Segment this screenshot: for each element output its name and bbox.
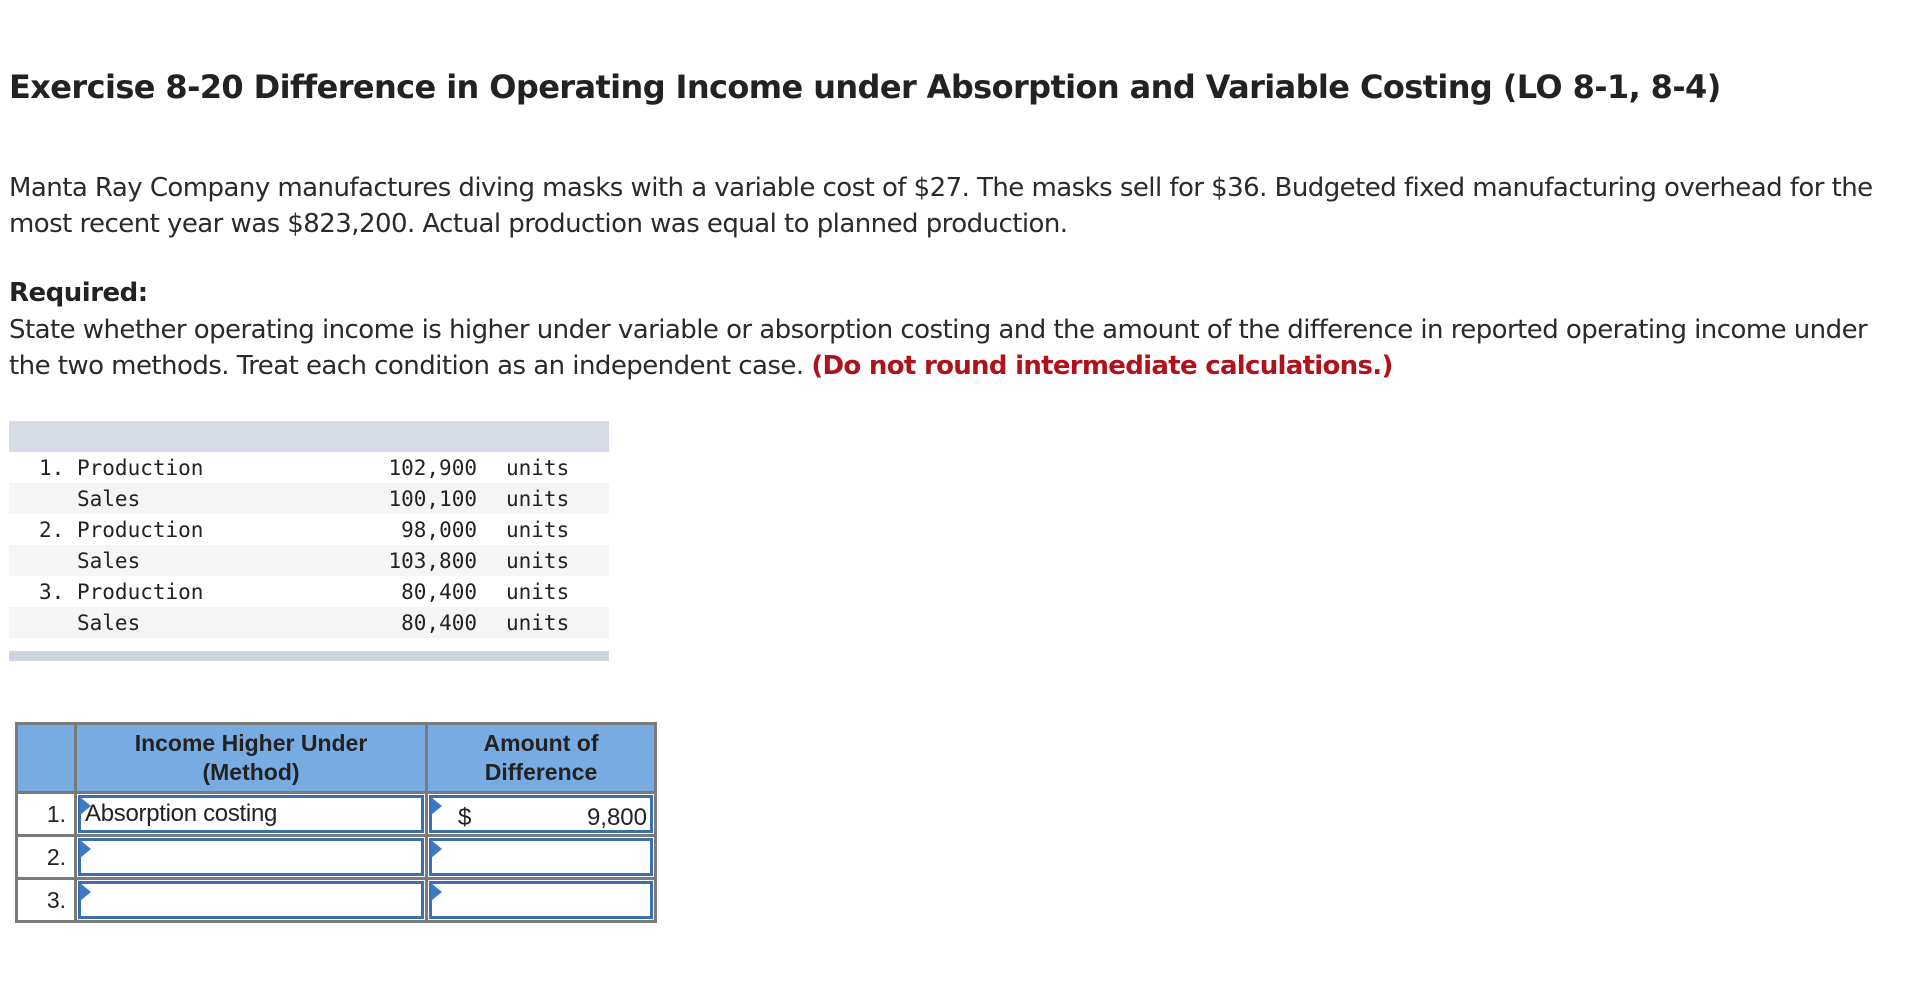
header-blank	[15, 722, 77, 794]
method-cell	[74, 877, 428, 923]
input-marker-icon	[431, 840, 442, 858]
header-amount: Amount of Difference	[425, 722, 657, 794]
row-value: 80,400	[401, 580, 477, 604]
given-table-header-band	[9, 421, 609, 452]
row-value: 103,800	[388, 549, 477, 573]
row-value: 102,900	[388, 456, 477, 480]
amount-input[interactable]	[429, 838, 653, 876]
header-amount-line1: Amount of	[483, 730, 599, 756]
amount-input[interactable]: $ 9,800	[429, 795, 653, 833]
row-unit: units	[506, 611, 570, 635]
problem-intro: Manta Ray Company manufactures diving ma…	[9, 173, 1873, 239]
row-label: Sales	[77, 549, 141, 573]
amount-cell	[425, 877, 657, 923]
given-row: 1. Production 102,900 units	[9, 452, 609, 483]
given-table-footer-band	[9, 651, 609, 661]
row-unit: units	[506, 518, 570, 542]
header-method-line2: (Method)	[202, 759, 300, 785]
method-cell	[74, 834, 428, 880]
currency-symbol: $	[458, 804, 472, 831]
required-instructions: State whether operating income is higher…	[9, 313, 1909, 384]
answer-header-row: Income Higher Under (Method) Amount of D…	[15, 722, 657, 794]
header-amount-line2: Difference	[484, 759, 598, 785]
row-number: 3.	[15, 877, 77, 923]
page-title: Exercise 8-20 Difference in Operating In…	[9, 68, 1721, 106]
case-number: 2.	[39, 518, 65, 542]
row-number: 1.	[15, 791, 77, 837]
row-number: 2.	[15, 834, 77, 880]
row-unit: units	[506, 487, 570, 511]
given-row: Sales 100,100 units	[9, 483, 609, 514]
row-value: 98,000	[401, 518, 477, 542]
method-select[interactable]	[78, 838, 424, 876]
dropdown-marker-icon	[80, 883, 91, 901]
row-label: Production	[77, 518, 204, 542]
method-select[interactable]	[78, 881, 424, 919]
method-select[interactable]: Absorption costing	[78, 795, 424, 833]
row-label: Sales	[77, 611, 141, 635]
row-value: 100,100	[388, 487, 477, 511]
method-cell: Absorption costing	[74, 791, 428, 837]
header-method: Income Higher Under (Method)	[74, 722, 428, 794]
input-marker-icon	[431, 883, 442, 901]
amount-value: 9,800	[586, 804, 647, 831]
given-row: Sales 103,800 units	[9, 545, 609, 576]
row-label: Production	[77, 580, 204, 604]
answer-row: 1. Absorption costing $ 9,800	[15, 791, 657, 837]
amount-input[interactable]	[429, 881, 653, 919]
answer-table: Income Higher Under (Method) Amount of D…	[15, 722, 657, 923]
row-label: Sales	[77, 487, 141, 511]
given-data-table: 1. Production 102,900 units Sales 100,10…	[9, 421, 609, 661]
answer-row: 2.	[15, 834, 657, 880]
required-heading: Required:	[9, 278, 148, 308]
row-unit: units	[506, 456, 570, 480]
dropdown-marker-icon	[80, 797, 91, 815]
header-method-line1: Income Higher Under	[134, 730, 368, 756]
row-unit: units	[506, 549, 570, 573]
amount-cell	[425, 834, 657, 880]
row-unit: units	[506, 580, 570, 604]
input-marker-icon	[431, 797, 442, 815]
amount-cell: $ 9,800	[425, 791, 657, 837]
given-row: 3. Production 80,400 units	[9, 576, 609, 607]
dropdown-marker-icon	[80, 840, 91, 858]
rounding-warning: (Do not round intermediate calculations.…	[811, 350, 1393, 381]
given-row: Sales 80,400 units	[9, 607, 609, 638]
case-number: 3.	[39, 580, 65, 604]
row-value: 80,400	[401, 611, 477, 635]
given-row: 2. Production 98,000 units	[9, 514, 609, 545]
case-number: 1.	[39, 456, 65, 480]
row-label: Production	[77, 456, 204, 480]
answer-row: 3.	[15, 877, 657, 923]
method-value: Absorption costing	[85, 800, 278, 827]
